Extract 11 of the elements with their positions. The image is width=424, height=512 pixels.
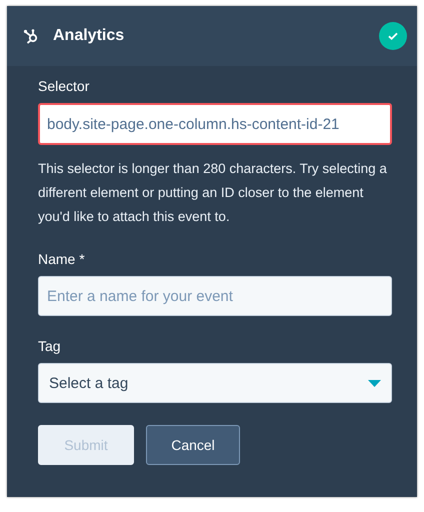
- panel-title: Analytics: [53, 27, 126, 45]
- caret-icon: [368, 380, 381, 386]
- selector-field[interactable]: body.site-page.one-column.hs-content-id-21: [38, 103, 392, 145]
- sprocket-icon: [23, 28, 39, 44]
- name-field[interactable]: Enter a name for your event: [38, 276, 392, 316]
- tag-dropdown[interactable]: Select a tag: [38, 363, 392, 403]
- field-label: Name *: [38, 251, 86, 267]
- field-label: Selector: [38, 78, 90, 94]
- field-label: Tag: [38, 338, 62, 354]
- help-text: This selector is longer than 280 characters. Try selecting a different element or putting an ID closer to the element you'd like to attach this event to.: [38, 160, 388, 226]
- cancel-button[interactable]: Cancel: [146, 425, 240, 465]
